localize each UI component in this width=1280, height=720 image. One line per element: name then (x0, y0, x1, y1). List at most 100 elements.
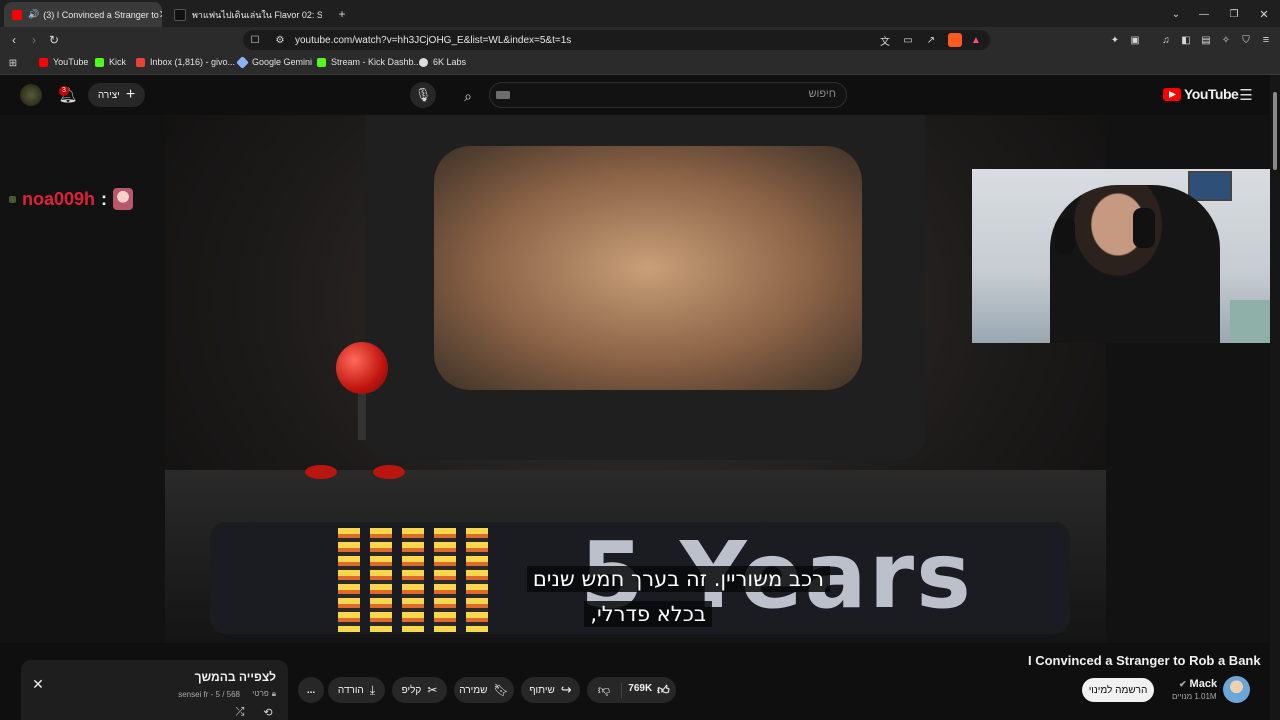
tab-title: (3) I Convinced a Stranger to (43, 9, 159, 20)
subtitle-line-1: רכב משוריין. זה בערך חמש שנים (526, 566, 830, 592)
apps-grid-icon[interactable]: ⊞ (6, 56, 20, 70)
playlist-meta: sensei fr - 5 / 568 (178, 690, 240, 699)
tiktok-favicon-icon (174, 8, 186, 21)
loop-icon[interactable]: ⟲ (261, 705, 275, 719)
like-button[interactable]: 769K 👍︎ (622, 683, 676, 698)
playlist-title[interactable]: לצפייה בהמשך (150, 670, 276, 684)
channel-name[interactable]: ✔ Mack (1179, 678, 1217, 690)
sidebar-icon[interactable]: ◧ (1179, 33, 1193, 47)
lock-icon: 🔒︎ (271, 689, 276, 698)
chat-separator: : (101, 188, 108, 209)
arcade-button-left (305, 465, 337, 479)
reload-icon[interactable]: ↻ (46, 32, 62, 48)
page-scrollbar[interactable] (1270, 75, 1280, 720)
voice-search-microphone-icon[interactable]: 🎙︎ (410, 82, 436, 108)
scrollbar-thumb[interactable] (1273, 92, 1277, 170)
share-page-icon[interactable]: ↗ (924, 33, 938, 47)
search-placeholder: חיפוש (808, 88, 836, 100)
youtube-play-icon (1163, 87, 1181, 101)
bookmark-inbox[interactable]: Inbox (1,816) - givo... (136, 57, 235, 67)
thumbs-down-icon: 👎︎ (597, 682, 611, 697)
back-icon[interactable]: ‹ (6, 32, 22, 48)
tab-youtube[interactable]: 🔊 (3) I Convinced a Stranger to ✕ (4, 2, 162, 27)
close-window-button[interactable]: ✕ (1256, 6, 1272, 22)
channel-avatar[interactable] (1223, 676, 1250, 703)
create-label: יצירה (97, 89, 120, 101)
bookmark-kick[interactable]: Kick (95, 57, 126, 67)
vpn-icon[interactable]: ⛉ (1239, 33, 1253, 47)
notification-count-badge: 3 (59, 86, 69, 96)
chat-avatar (113, 188, 134, 210)
bookmark-icon[interactable]: ☐ (248, 33, 262, 47)
url-text[interactable]: youtube.com/watch?v=hh3JCjOHG_E&list=WL&… (295, 35, 571, 46)
more-actions-button[interactable]: ... (298, 677, 324, 703)
chat-username: noa009h (22, 188, 96, 209)
chevron-down-icon[interactable]: ⌄ (1168, 6, 1184, 22)
youtube-logo[interactable]: YouTube (1163, 86, 1239, 102)
gemini-icon (236, 55, 249, 69)
close-icon[interactable]: ✕ (30, 676, 46, 692)
wallet-icon[interactable]: ▤ (1199, 33, 1213, 47)
headphone-cup (1133, 208, 1155, 248)
cast-icon[interactable]: ▭ (901, 33, 915, 47)
subscribe-button[interactable]: הרשמה למינוי (1082, 678, 1154, 702)
pixel-bar (402, 528, 424, 632)
chat-badge-icon (9, 195, 16, 203)
tab-title: พาแฟนไปเดินเล่นใน Flavor 02: SWEET (192, 9, 322, 20)
bookmark-youtube[interactable]: YouTube (39, 57, 88, 67)
download-button[interactable]: הורדה ⤓ (328, 677, 385, 703)
account-avatar[interactable] (20, 84, 42, 106)
shuffle-icon[interactable]: ⤮ (233, 705, 247, 719)
youtube-favicon-icon (12, 9, 22, 20)
keyboard-icon[interactable] (496, 91, 510, 99)
download-icon: ⤓ (369, 682, 376, 697)
joystick-stick (358, 390, 366, 440)
clip-button[interactable]: קליפ ✂ (392, 677, 447, 703)
search-icon[interactable]: ⌕ (457, 85, 479, 107)
screenshot-icon[interactable]: ▣ (1128, 33, 1142, 47)
crt-screen-image (434, 146, 862, 390)
arcade-button-right (373, 465, 405, 479)
verified-icon: ✔ (1179, 678, 1187, 689)
chat-message: noa009h : (9, 188, 134, 210)
bookmark-save-icon: 🔖︎ (493, 683, 509, 697)
new-tab-button[interactable]: + (334, 6, 350, 22)
youtube-logo-text: YouTube (1184, 86, 1239, 102)
restore-button[interactable]: ❐ (1226, 6, 1242, 22)
bookmark-kick-dashboard[interactable]: Stream - Kick Dashb... (317, 57, 421, 67)
translate-icon[interactable]: 文 (878, 33, 892, 48)
hamburger-menu-icon[interactable]: ☰ (1237, 86, 1255, 104)
speaker-icon: 🔊 (28, 9, 40, 19)
close-tab-icon[interactable]: ✕ (159, 8, 162, 21)
menu-icon[interactable]: ≡ (1259, 33, 1273, 47)
plus-icon: + (125, 86, 136, 103)
media-icon[interactable]: ♫ (1159, 33, 1173, 47)
minimize-button[interactable]: — (1196, 6, 1212, 22)
gmail-icon (136, 57, 145, 67)
leo-ai-icon[interactable]: ✧ (1219, 33, 1233, 47)
video-title: I Convinced a Stranger to Rob a Bank (1028, 653, 1261, 668)
share-button[interactable]: שיתוף ↪ (521, 677, 580, 703)
brave-rewards-icon[interactable]: ▲ (969, 33, 983, 47)
wall-picture (1188, 171, 1232, 201)
tab-tiktok[interactable]: พาแฟนไปเดินเล่นใน Flavor 02: SWEET (166, 2, 330, 27)
create-button[interactable]: יצירה + (88, 83, 145, 107)
youtube-icon (39, 57, 48, 67)
brave-shield-icon[interactable] (948, 33, 962, 47)
save-button[interactable]: שמירה 🔖︎ (454, 677, 514, 703)
share-icon: ↪ (560, 682, 572, 697)
dislike-button[interactable]: 👎︎ (587, 682, 622, 698)
like-dislike-group: 👎︎ 769K 👍︎ (587, 677, 676, 703)
pixel-bar (338, 528, 360, 632)
extensions-icon[interactable]: ✦ (1108, 33, 1122, 47)
joystick-ball (336, 342, 388, 394)
headphone-cup (1055, 218, 1075, 254)
subscriber-count: 1.01M מנויים (1172, 692, 1217, 701)
bookmark-gemini[interactable]: Google Gemini (236, 55, 312, 69)
bookmark-6k-labs[interactable]: 6K Labs (419, 57, 466, 67)
pixel-bar (370, 528, 392, 632)
site-info-icon[interactable]: ⚙ (273, 33, 287, 47)
streamer-image (1050, 185, 1220, 343)
scissors-icon: ✂ (427, 683, 438, 697)
forward-icon[interactable]: › (26, 32, 42, 48)
